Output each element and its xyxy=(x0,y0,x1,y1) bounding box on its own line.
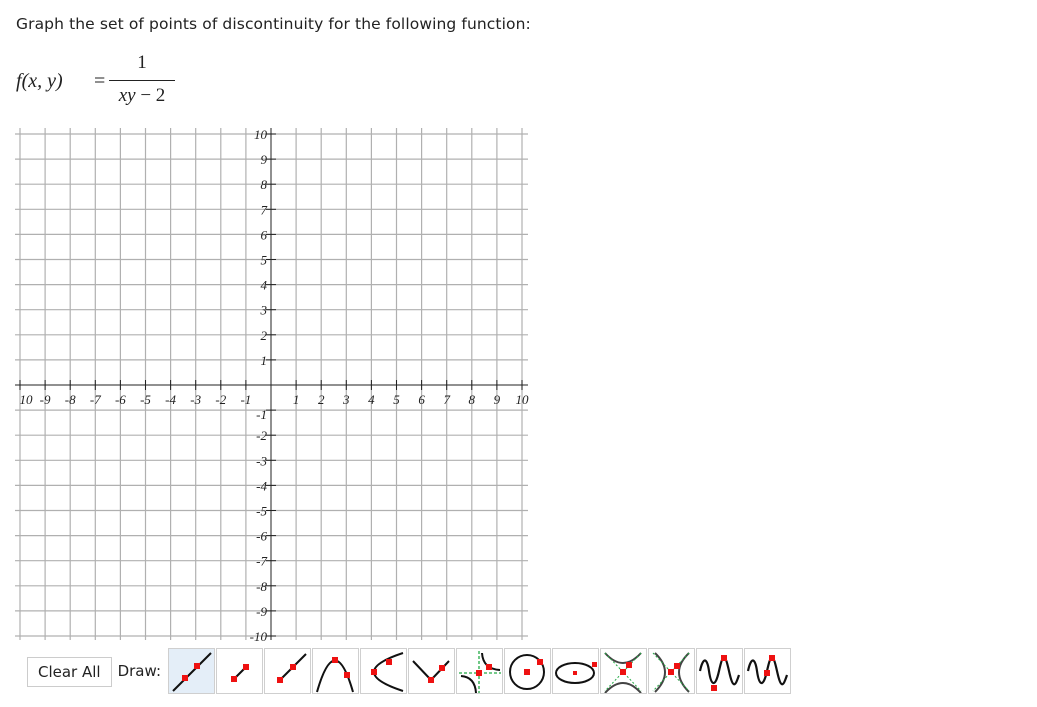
sine-icon xyxy=(698,655,741,691)
x-tick-label: 8 xyxy=(469,392,476,407)
tool-rational-button[interactable] xyxy=(456,648,504,694)
formula-denominator: xy − 2 xyxy=(109,85,175,107)
hyperbola-horizontal-icon xyxy=(652,652,690,693)
question-prompt: Graph the set of points of discontinuity… xyxy=(16,15,531,33)
x-tick-label: 3 xyxy=(342,392,350,407)
formula-lhs: f(x, y) xyxy=(16,70,63,93)
x-tick-label: 6 xyxy=(418,392,425,407)
x-tick-label: -1 xyxy=(240,392,251,407)
y-tick-label: 5 xyxy=(261,253,268,268)
formula-fraction: 1 xy − 2 xyxy=(109,52,175,107)
y-tick-label: 7 xyxy=(261,202,268,217)
x-tick-label: -4 xyxy=(165,392,176,407)
tool-line-button[interactable] xyxy=(168,648,216,694)
x-tick-label: -6 xyxy=(115,392,126,407)
tool-cosine-button[interactable] xyxy=(744,648,792,694)
x-tick-label: 7 xyxy=(443,392,450,407)
y-tick-label: -1 xyxy=(256,407,267,422)
x-tick-label: 10 xyxy=(20,392,34,407)
formula-args: (x, y) xyxy=(21,70,63,92)
absolute-value-icon xyxy=(412,660,450,683)
y-tick-label: 8 xyxy=(261,177,268,192)
x-tick-label: -5 xyxy=(140,392,151,407)
y-tick-label: 10 xyxy=(254,127,268,142)
y-tick-label: -9 xyxy=(256,604,267,619)
tool-parabola-horizontal-button[interactable] xyxy=(360,648,408,694)
clear-all-button[interactable]: Clear All xyxy=(27,656,112,687)
tool-ellipse-button[interactable] xyxy=(552,648,600,694)
draw-label: Draw: xyxy=(117,662,162,680)
x-tick-label: 10 xyxy=(516,392,530,407)
x-tick-label: -8 xyxy=(65,392,76,407)
x-tick-label: -9 xyxy=(40,392,51,407)
denominator-rest: − 2 xyxy=(135,85,166,106)
y-tick-label: -4 xyxy=(256,478,267,493)
drawing-toolbar: Clear All Draw: xyxy=(27,648,792,694)
line-icon xyxy=(172,652,212,692)
denominator-vars: xy xyxy=(118,85,136,106)
x-tick-labels: 10 -9 -8 -7 -6 -5 -4 -3 -2 -1 1 2 3 4 5 6 7 8 9 10 xyxy=(20,392,530,407)
formula-numerator: 1 xyxy=(137,52,147,73)
cosine-icon xyxy=(746,655,789,686)
y-tick-label: -7 xyxy=(256,554,267,569)
x-tick-label: 9 xyxy=(494,392,501,407)
x-tick-label: -7 xyxy=(90,392,101,407)
hyperbola-vertical-icon xyxy=(604,652,642,693)
segment-icon xyxy=(231,664,250,682)
tool-hyperbola-horizontal-button[interactable] xyxy=(648,648,696,694)
tool-absolute-value-button[interactable] xyxy=(408,648,456,694)
tool-buttons xyxy=(168,648,792,694)
x-tick-label: 1 xyxy=(293,392,300,407)
y-tick-label: -8 xyxy=(256,579,267,594)
circle-icon xyxy=(509,654,546,690)
x-tick-label: -2 xyxy=(215,392,226,407)
y-tick-label: -2 xyxy=(256,428,267,443)
x-tick-label: 2 xyxy=(318,392,325,407)
y-tick-label: -6 xyxy=(256,529,267,544)
parabola-vertical-icon xyxy=(316,657,354,693)
y-tick-label: -5 xyxy=(256,504,267,519)
tool-sine-button[interactable] xyxy=(696,648,744,694)
tool-ray-button[interactable] xyxy=(264,648,312,694)
y-tick-label: -10 xyxy=(250,629,268,644)
x-tick-label: 4 xyxy=(368,392,375,407)
y-tick-label: 9 xyxy=(261,152,268,167)
tool-segment-button[interactable] xyxy=(216,648,264,694)
y-tick-label: 3 xyxy=(260,303,268,318)
ellipse-icon xyxy=(555,662,598,684)
graph-canvas[interactable]: 10 -9 -8 -7 -6 -5 -4 -3 -2 -1 1 2 3 4 5 6 7 8 9 10 10 9 8 7 6 5 4… xyxy=(0,120,545,650)
y-tick-label: 6 xyxy=(261,227,268,242)
tool-hyperbola-vertical-button[interactable] xyxy=(600,648,648,694)
tool-circle-button[interactable] xyxy=(504,648,552,694)
y-tick-label: 4 xyxy=(261,278,268,293)
axes xyxy=(15,128,528,640)
y-tick-label: -3 xyxy=(256,453,267,468)
formula-equals: = xyxy=(94,70,106,92)
y-tick-label: 2 xyxy=(261,328,268,343)
fraction-bar xyxy=(109,80,175,81)
tool-parabola-vertical-button[interactable] xyxy=(312,648,360,694)
y-tick-label: 1 xyxy=(261,353,268,368)
parabola-horizontal-icon xyxy=(371,652,404,692)
ray-icon xyxy=(277,653,307,683)
x-tick-label: -3 xyxy=(190,392,201,407)
x-tick-label: 5 xyxy=(393,392,400,407)
rational-icon xyxy=(459,651,502,693)
